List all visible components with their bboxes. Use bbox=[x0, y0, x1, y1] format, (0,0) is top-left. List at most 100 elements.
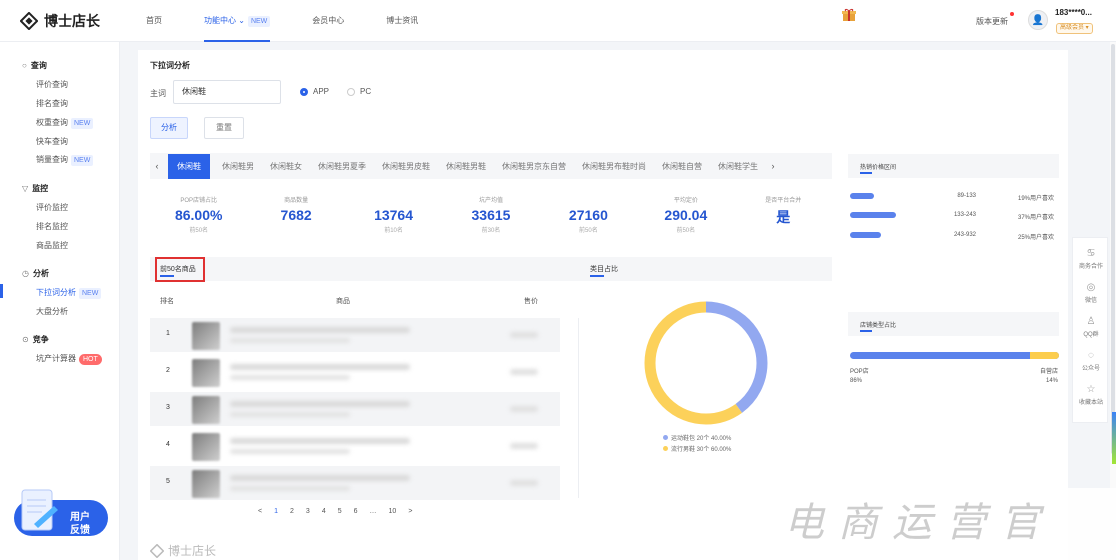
tab-keyword[interactable]: 休闲鞋 bbox=[168, 153, 210, 179]
bookmark-button[interactable]: ☆ 收藏本站 bbox=[1073, 384, 1109, 406]
keyword-input[interactable]: 休闲鞋 bbox=[173, 80, 281, 104]
avatar[interactable]: 👤 bbox=[1028, 10, 1048, 30]
hot-badge: HOT bbox=[79, 354, 102, 365]
page-next[interactable]: > bbox=[408, 508, 412, 515]
qq-group-button[interactable]: ♙ QQ群 bbox=[1073, 316, 1109, 338]
blurred-price bbox=[510, 406, 538, 412]
gift-icon[interactable] bbox=[842, 8, 856, 22]
sidebar-item-rank-monitor[interactable]: 排名监控 bbox=[36, 221, 68, 232]
radio-label: PC bbox=[360, 87, 372, 96]
sidebar-item-sales-query[interactable]: 销量查询 NEW bbox=[36, 154, 94, 166]
nav-features-label: 功能中心 ⌄ bbox=[204, 16, 245, 25]
platform-app-radio[interactable]: APP bbox=[300, 87, 329, 96]
table-row[interactable]: 3 bbox=[150, 392, 560, 426]
chat-icon: ◌ bbox=[1088, 350, 1094, 361]
self-operated-segment bbox=[1030, 352, 1059, 359]
scrollbar-thumb[interactable] bbox=[1111, 44, 1115, 454]
table-row[interactable]: 5 bbox=[150, 466, 560, 500]
nav-news[interactable]: 博士资讯 bbox=[386, 0, 418, 42]
tab-keyword[interactable]: 休闲鞋男夏季 bbox=[318, 161, 366, 172]
pop-label: POP店 bbox=[850, 369, 869, 375]
chevron-right-icon[interactable]: › bbox=[766, 161, 780, 171]
blurred-subtitle bbox=[230, 412, 350, 417]
page-prev[interactable]: < bbox=[258, 508, 262, 515]
stat-value: 290.04 bbox=[664, 207, 708, 223]
user-phone[interactable]: 183****0... bbox=[1055, 8, 1092, 17]
feedback-icon bbox=[14, 489, 108, 536]
user-icon: 👤 bbox=[1031, 14, 1045, 26]
stat-pit-avg: 坑产均值 33615 前30名 bbox=[442, 195, 539, 243]
tab-keyword[interactable]: 休闲鞋学生 bbox=[718, 161, 758, 172]
sidebar-item-weight-query[interactable]: 权重查询 NEW bbox=[36, 117, 94, 129]
table-row[interactable]: 4 bbox=[150, 429, 560, 463]
stat-value: 7682 bbox=[280, 207, 312, 223]
stat-label: 商品数量 bbox=[284, 198, 309, 204]
float-label: 微信 bbox=[1084, 298, 1097, 304]
nav-features[interactable]: 功能中心 ⌄ NEW bbox=[204, 0, 271, 42]
official-account-button[interactable]: ◌ 公众号 bbox=[1073, 350, 1109, 372]
price-pct: 25%用户喜欢 bbox=[1018, 235, 1055, 241]
stat-value: 86.00% bbox=[174, 207, 223, 223]
new-badge: NEW bbox=[247, 16, 271, 27]
version-update-link[interactable]: 版本更新 bbox=[976, 16, 1008, 27]
stats-row: POP店铺占比 86.00% 前50名 商品数量 7682 13764 前10名 坑产均… bbox=[150, 195, 832, 243]
page-number[interactable]: 3 bbox=[306, 508, 310, 515]
sidebar-item-market-analysis[interactable]: 大盘分析 bbox=[36, 306, 68, 317]
table-row[interactable]: 2 bbox=[150, 355, 560, 389]
stat-label: 坑产均值 bbox=[478, 198, 503, 204]
stat-platform-merge: 是否平台合并是 bbox=[735, 195, 832, 243]
tab-category-share[interactable]: 类目占比 bbox=[590, 264, 618, 274]
stat-label: POP店铺占比 bbox=[180, 198, 218, 204]
page-number[interactable]: 10 bbox=[389, 508, 397, 515]
watermark-text: 电商运营官 bbox=[784, 500, 1054, 546]
row-rank: 4 bbox=[166, 441, 170, 448]
chevron-left-icon[interactable]: ‹ bbox=[150, 161, 164, 171]
blurred-subtitle bbox=[230, 375, 350, 380]
sidebar-item-review-query[interactable]: 评价查询 bbox=[36, 79, 68, 90]
page-number[interactable]: 1 bbox=[274, 508, 278, 515]
page-number[interactable]: 6 bbox=[354, 508, 358, 515]
platform-pc-radio[interactable]: PC bbox=[347, 87, 371, 96]
page-number[interactable]: 2 bbox=[290, 508, 294, 515]
tab-keyword[interactable]: 休闲鞋女 bbox=[270, 161, 302, 172]
tab-keyword[interactable]: 休闲鞋男京东自营 bbox=[502, 161, 566, 172]
sidebar-item-rank-query[interactable]: 排名查询 bbox=[36, 98, 68, 109]
nav-member-label: 会员中心 bbox=[312, 16, 345, 25]
tab-keyword[interactable]: 休闲鞋男布鞋时尚 bbox=[582, 161, 646, 172]
business-cooperation-button[interactable]: ♋ 商务合作 bbox=[1073, 248, 1109, 270]
blurred-subtitle bbox=[230, 449, 350, 454]
tab-keyword[interactable]: 休闲鞋男皮鞋 bbox=[382, 161, 430, 172]
blurred-price bbox=[510, 443, 538, 449]
page-ellipsis: … bbox=[369, 508, 377, 515]
tab-keyword[interactable]: 休闲鞋自营 bbox=[662, 161, 702, 172]
float-label: QQ群 bbox=[1083, 332, 1099, 338]
sidebar-item-pit-calculator[interactable]: 坑产计算器 HOT bbox=[36, 353, 102, 365]
sidebar-item-dropdown-analysis[interactable]: 下拉词分析 NEW bbox=[36, 287, 102, 299]
page-number[interactable]: 5 bbox=[338, 508, 342, 515]
legend-dot bbox=[663, 446, 668, 451]
analyze-button[interactable]: 分析 bbox=[150, 117, 188, 139]
sidebar-item-review-monitor[interactable]: 评价监控 bbox=[36, 202, 68, 213]
wechat-button[interactable]: ◎ 微信 bbox=[1073, 282, 1109, 304]
page-number[interactable]: 4 bbox=[322, 508, 326, 515]
new-badge: NEW bbox=[79, 288, 102, 299]
table-row[interactable]: 1 bbox=[150, 318, 560, 352]
sidebar-item-express-query[interactable]: 快车查询 bbox=[36, 136, 68, 147]
blurred-price bbox=[510, 369, 538, 375]
nav-member[interactable]: 会员中心 bbox=[312, 0, 344, 42]
price-pct: 19%用户喜欢 bbox=[1018, 196, 1055, 202]
table-header-price: 售价 bbox=[524, 298, 538, 305]
row-rank: 5 bbox=[166, 478, 170, 485]
sidebar-item-product-monitor[interactable]: 商品监控 bbox=[36, 240, 68, 251]
tab-keyword[interactable]: 休闲鞋男 bbox=[222, 161, 254, 172]
sidebar-item-label: 销量查询 bbox=[36, 155, 68, 164]
feedback-button[interactable]: 用户 反馈 bbox=[14, 488, 108, 536]
app-logo[interactable]: 博士店长 bbox=[20, 11, 100, 31]
vip-badge[interactable]: 高级会员 ▾ bbox=[1056, 23, 1093, 34]
legend-label: 流行男鞋 30个 60.00% bbox=[671, 447, 732, 453]
table-header-rank: 排名 bbox=[160, 298, 174, 305]
nav-home[interactable]: 首页 bbox=[146, 0, 162, 42]
reset-button[interactable]: 重置 bbox=[204, 117, 244, 139]
stat-value: 33615 bbox=[471, 207, 511, 223]
tab-keyword[interactable]: 休闲鞋男鞋 bbox=[446, 161, 486, 172]
